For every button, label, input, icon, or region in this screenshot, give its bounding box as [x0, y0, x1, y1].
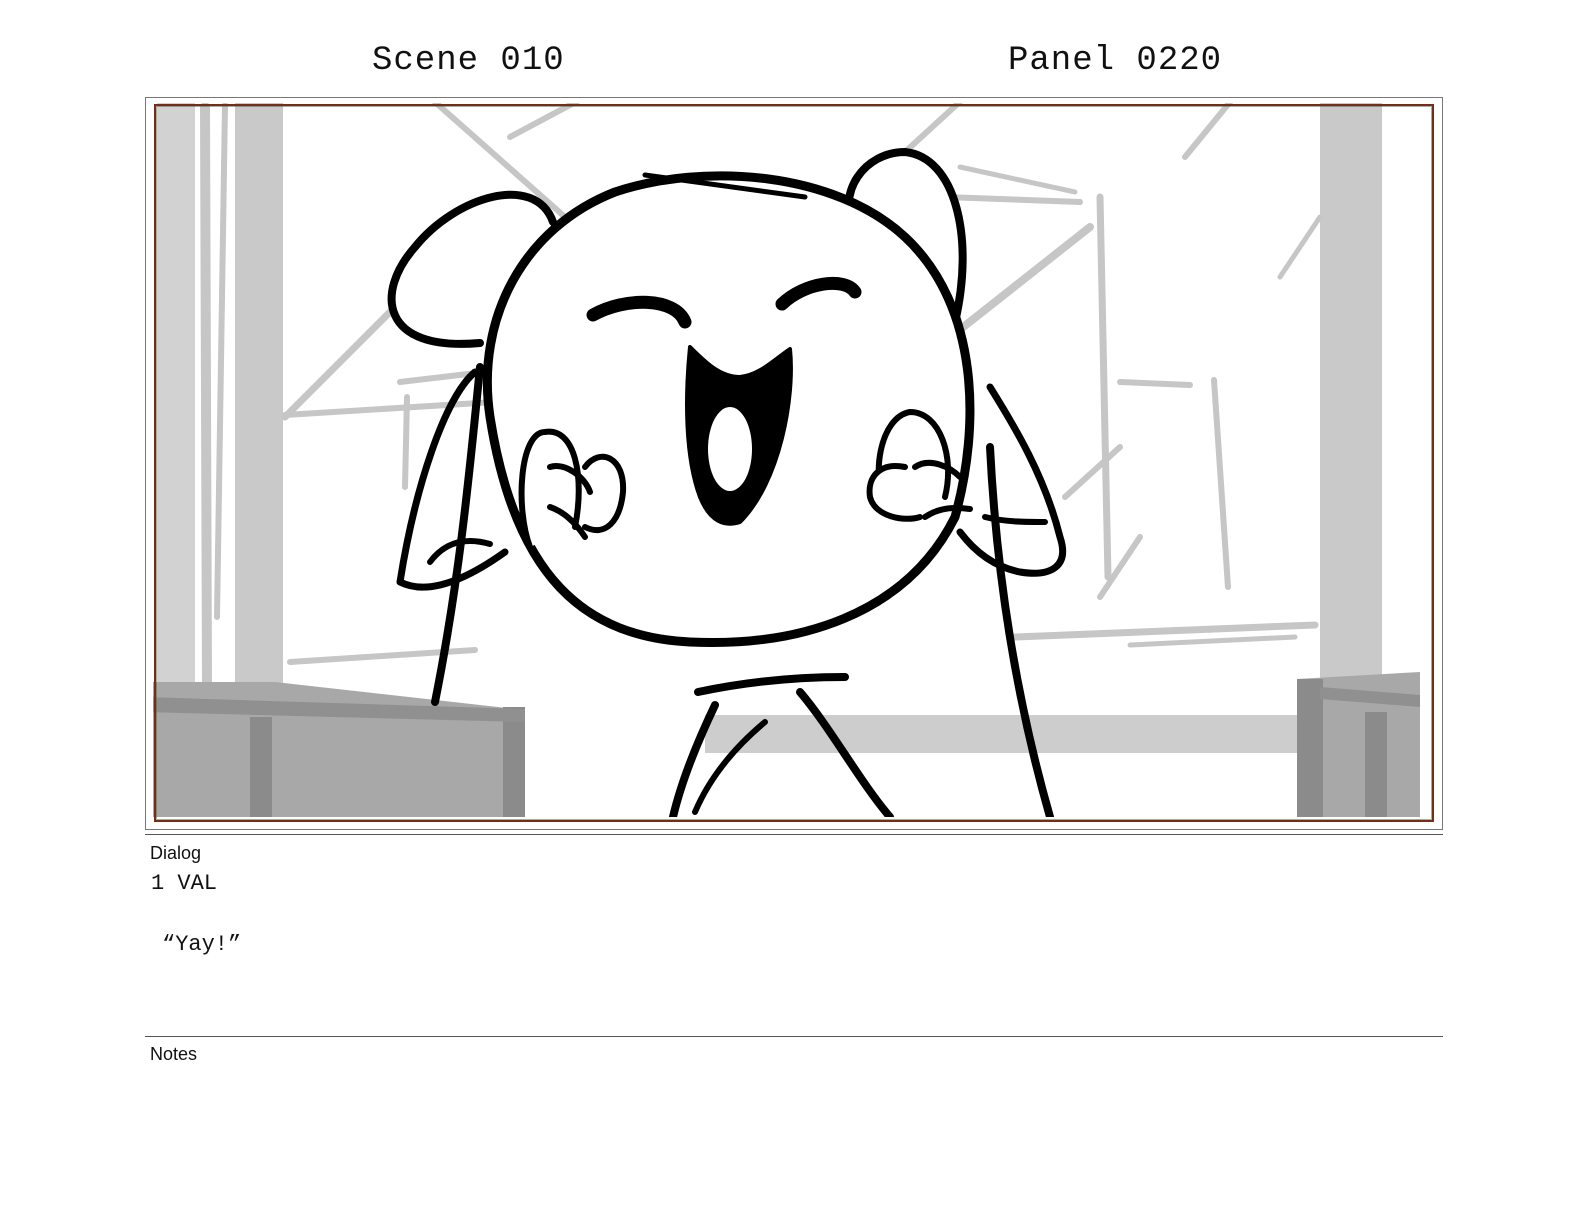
desk-right: [1297, 672, 1420, 817]
storyboard-drawing: [153, 103, 1420, 817]
scene-number: Scene 010: [372, 42, 565, 80]
desk-left: [153, 682, 525, 817]
dialog-section-label: Dialog: [150, 843, 202, 863]
notes-section-label: Notes: [150, 1044, 198, 1064]
panel-number: Panel 0220: [1008, 42, 1223, 80]
dialog-speaker: 1 VAL: [151, 871, 218, 896]
dialog-divider: [145, 834, 1443, 835]
dialog-line: “Yay!”: [162, 932, 242, 957]
notes-divider: [145, 1036, 1443, 1037]
